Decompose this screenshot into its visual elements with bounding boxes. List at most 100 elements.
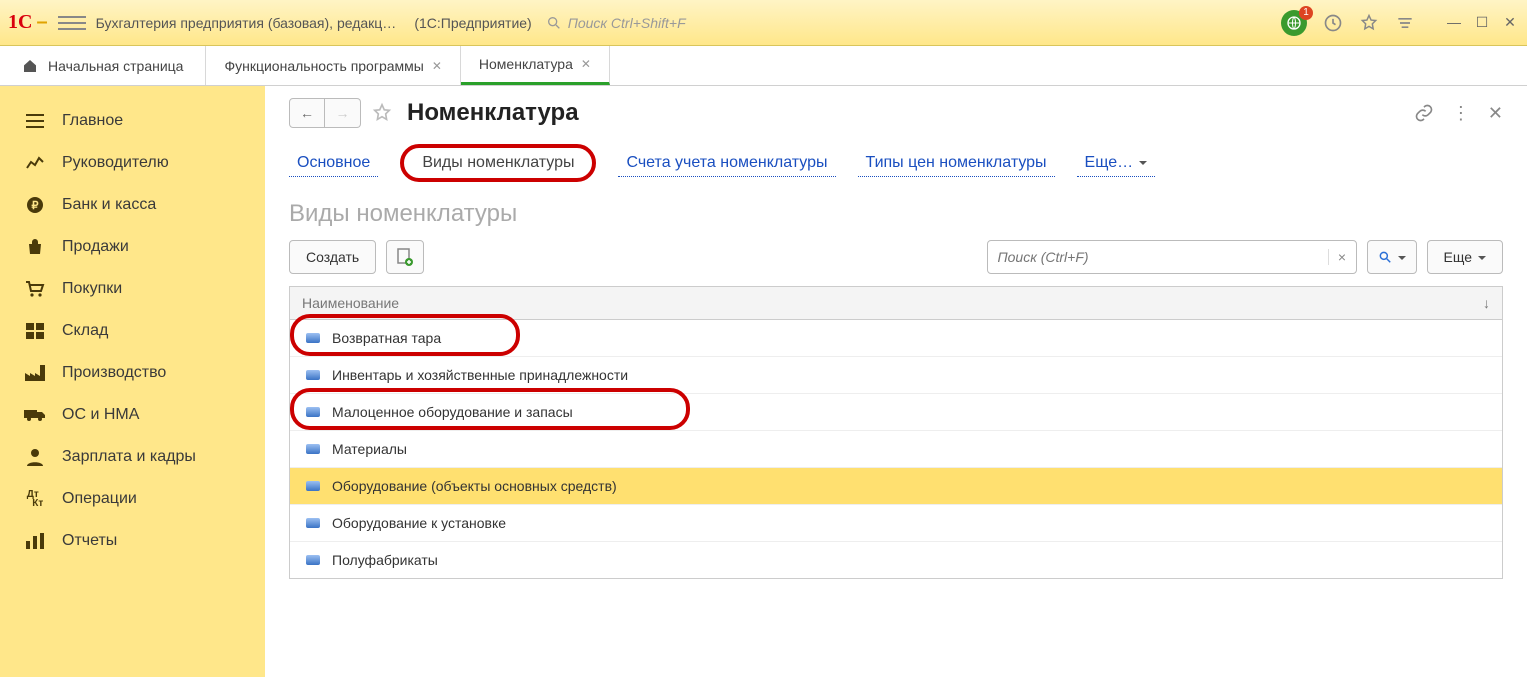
- favorite-page-icon[interactable]: [371, 102, 393, 124]
- chart-icon: [24, 156, 46, 170]
- row-label: Оборудование к установке: [332, 515, 506, 531]
- boxes-icon: [24, 323, 46, 339]
- settings-lines-icon[interactable]: [1395, 13, 1415, 33]
- favorite-star-icon[interactable]: [1359, 13, 1379, 33]
- close-icon[interactable]: ✕: [432, 59, 442, 73]
- more-button-label: Еще: [1444, 249, 1473, 265]
- table-row[interactable]: Материалы: [290, 431, 1502, 468]
- row-label: Полуфабрикаты: [332, 552, 438, 568]
- user-icon: [24, 448, 46, 466]
- global-search-placeholder: Поиск Ctrl+Shift+F: [568, 15, 686, 31]
- notification-badge: 1: [1299, 6, 1313, 20]
- page-subnav: Основное Виды номенклатуры Счета учета н…: [289, 144, 1503, 182]
- close-page-icon[interactable]: ✕: [1488, 103, 1503, 124]
- sidebar-item-warehouse[interactable]: Склад: [0, 310, 265, 352]
- tab-nomenclature[interactable]: Номенклатура ✕: [461, 46, 610, 85]
- menu-burger-icon[interactable]: [58, 11, 86, 35]
- tab-home-label: Начальная страница: [48, 58, 183, 74]
- close-icon[interactable]: ✕: [581, 57, 591, 71]
- subnav-more[interactable]: Еще…: [1077, 150, 1156, 177]
- app-logo: 1C –: [8, 11, 48, 34]
- sidebar-item-label: Операции: [62, 490, 137, 508]
- sidebar-item-purchases[interactable]: Покупки: [0, 268, 265, 310]
- sidebar-item-main[interactable]: Главное: [0, 100, 265, 142]
- sidebar-item-reports[interactable]: Отчеты: [0, 520, 265, 562]
- home-icon: [22, 58, 38, 74]
- table-row[interactable]: Инвентарь и хозяйственные принадлежности: [290, 357, 1502, 394]
- page-header: ← → Номенклатура ⋮ ✕: [289, 98, 1503, 128]
- table-row[interactable]: Малоценное оборудование и запасы: [290, 394, 1502, 431]
- row-icon: [306, 555, 320, 565]
- content-area: ← → Номенклатура ⋮ ✕ Основное Виды номен…: [265, 86, 1527, 677]
- table-header-name: Наименование: [302, 295, 399, 311]
- bag-icon: [24, 238, 46, 256]
- highlight-marker: Виды номенклатуры: [400, 144, 596, 182]
- factory-icon: [24, 365, 46, 381]
- more-menu-icon[interactable]: ⋮: [1452, 103, 1470, 124]
- truck-icon: [24, 408, 46, 422]
- app-title: Бухгалтерия предприятия (базовая), редак…: [96, 15, 397, 31]
- more-button[interactable]: Еще: [1427, 240, 1504, 274]
- sidebar-item-production[interactable]: Производство: [0, 352, 265, 394]
- bars-icon: [24, 533, 46, 549]
- menu-icon: [24, 114, 46, 128]
- sidebar-item-label: Руководителю: [62, 154, 169, 172]
- list-search-input[interactable]: [988, 241, 1328, 273]
- ruble-icon: ₽: [24, 196, 46, 214]
- clear-search-icon[interactable]: ×: [1328, 249, 1356, 265]
- sidebar-item-label: Банк и касса: [62, 196, 156, 214]
- sidebar-item-label: Производство: [62, 364, 166, 382]
- window-minimize-icon[interactable]: —: [1445, 14, 1463, 31]
- create-button-label: Создать: [306, 249, 359, 265]
- logo-e-icon: –: [36, 11, 47, 34]
- row-icon: [306, 518, 320, 528]
- logo-1c-icon: 1C: [8, 11, 32, 34]
- subnav-price-types[interactable]: Типы цен номенклатуры: [858, 150, 1055, 177]
- sidebar-item-salary[interactable]: Зарплата и кадры: [0, 436, 265, 478]
- row-icon: [306, 370, 320, 380]
- table-row[interactable]: Возвратная тара: [290, 320, 1502, 357]
- table-row[interactable]: Оборудование (объекты основных средств): [290, 468, 1502, 505]
- search-icon: [1378, 250, 1392, 264]
- window-maximize-icon[interactable]: ☐: [1473, 14, 1491, 31]
- history-icon[interactable]: [1323, 13, 1343, 33]
- table-row[interactable]: Полуфабрикаты: [290, 542, 1502, 578]
- nav-back-button[interactable]: ←: [289, 98, 325, 128]
- svg-text:₽: ₽: [32, 200, 39, 212]
- subnav-types[interactable]: Виды номенклатуры: [422, 154, 574, 171]
- table-header[interactable]: Наименование ↓: [290, 287, 1502, 320]
- row-icon: [306, 481, 320, 491]
- toolbar: Создать × Еще: [289, 240, 1503, 274]
- sort-indicator-icon: ↓: [1483, 295, 1490, 311]
- create-button[interactable]: Создать: [289, 240, 376, 274]
- list-search[interactable]: ×: [987, 240, 1357, 274]
- create-copy-button[interactable]: [386, 240, 424, 274]
- search-dropdown-button[interactable]: [1367, 240, 1417, 274]
- row-icon: [306, 407, 320, 417]
- global-search[interactable]: Поиск Ctrl+Shift+F: [546, 15, 686, 31]
- sidebar-item-operations[interactable]: Дт Кт Операции: [0, 478, 265, 520]
- sidebar-item-bank[interactable]: ₽ Банк и касса: [0, 184, 265, 226]
- sidebar-item-sales[interactable]: Продажи: [0, 226, 265, 268]
- sidebar-item-assets[interactable]: ОС и НМА: [0, 394, 265, 436]
- window-close-icon[interactable]: ✕: [1501, 14, 1519, 31]
- row-label: Инвентарь и хозяйственные принадлежности: [332, 367, 628, 383]
- sidebar: Главное Руководителю ₽ Банк и касса Прод…: [0, 86, 265, 677]
- subnav-accounts[interactable]: Счета учета номенклатуры: [618, 150, 835, 177]
- app-subtitle: (1С:Предприятие): [414, 15, 531, 31]
- subnav-main[interactable]: Основное: [289, 150, 378, 177]
- sidebar-item-label: Продажи: [62, 238, 129, 256]
- tab-functionality-label: Функциональность программы: [224, 58, 423, 74]
- table-row[interactable]: Оборудование к установке: [290, 505, 1502, 542]
- row-icon: [306, 444, 320, 454]
- link-icon[interactable]: [1414, 103, 1434, 123]
- notifications-globe-icon[interactable]: 1: [1281, 10, 1307, 36]
- row-label: Материалы: [332, 441, 407, 457]
- section-title: Виды номенклатуры: [289, 200, 1503, 228]
- page-title: Номенклатура: [407, 99, 579, 127]
- nav-forward-button[interactable]: →: [325, 98, 361, 128]
- tab-functionality[interactable]: Функциональность программы ✕: [206, 46, 460, 85]
- tab-home[interactable]: Начальная страница: [0, 46, 206, 85]
- sidebar-item-manager[interactable]: Руководителю: [0, 142, 265, 184]
- tab-nomenclature-label: Номенклатура: [479, 56, 573, 72]
